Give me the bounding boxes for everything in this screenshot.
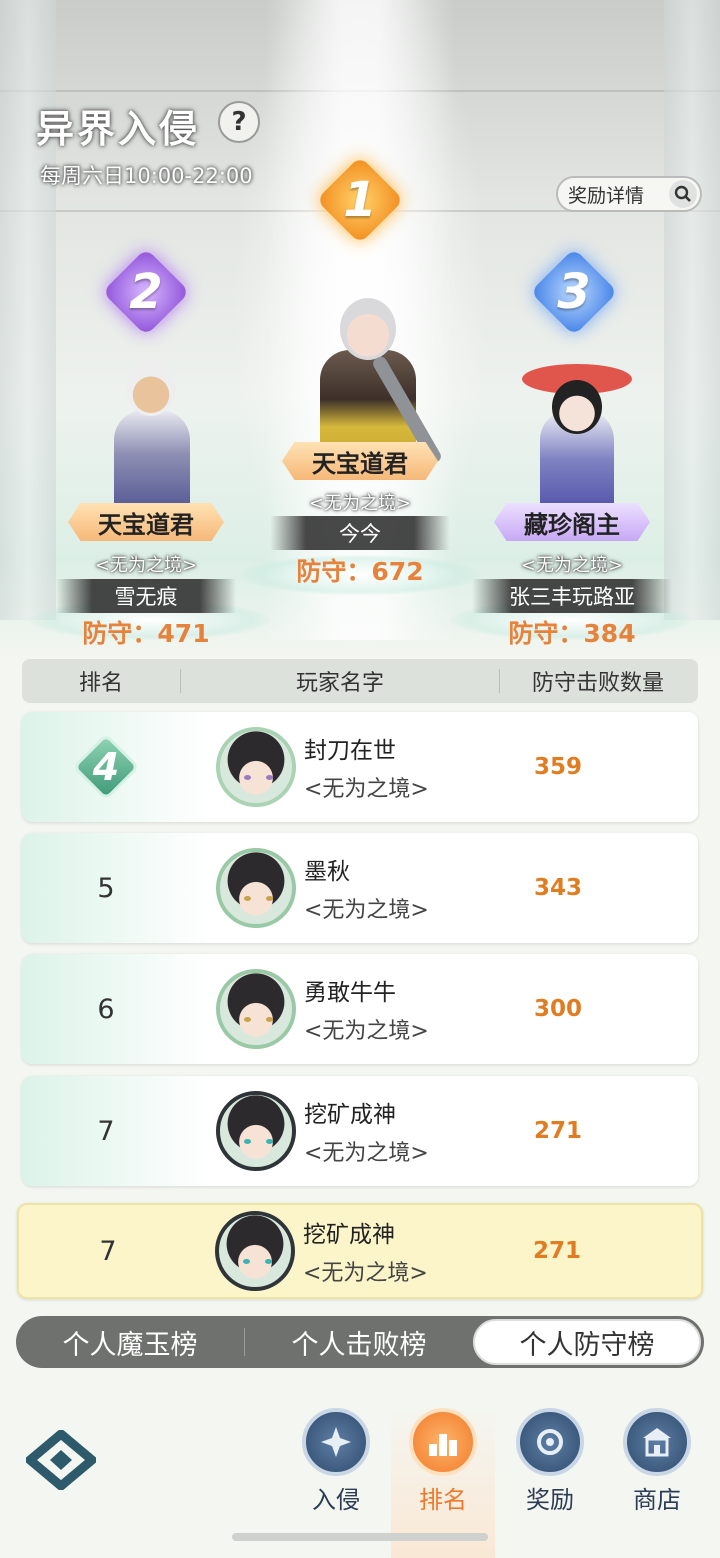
nav-invasion[interactable]: 入侵	[288, 1408, 384, 1515]
column-header-player-name: 玩家名字	[295, 671, 384, 696]
rank-2-player-name: 雪无痕	[56, 579, 236, 613]
rank-3-medal: 3	[530, 248, 618, 336]
rank-number: 7	[99, 1235, 117, 1267]
podium-scene: 异界入侵 ? 每周六日10:00-22:00 奖励详情 1 2 3 天宝道君 <…	[0, 0, 720, 660]
menu-logo-icon[interactable]	[22, 1428, 100, 1492]
rank-2-title-plate: 天宝道君	[68, 503, 224, 541]
player-guild: <无为之境>	[304, 777, 429, 802]
defense-kills: 271	[533, 1238, 582, 1264]
rank-2-defense: 防守：471	[82, 619, 210, 648]
reward-details-button[interactable]: 奖励详情	[556, 176, 702, 212]
tab-demon-jade-ranking[interactable]: 个人魔玉榜	[16, 1319, 244, 1365]
rank-1-medal: 1	[316, 156, 404, 244]
nav-reward-label: 奖励	[526, 1486, 574, 1514]
rank-3-player-name: 张三丰玩路亚	[472, 579, 672, 613]
rank-3-guild: <无为之境>	[520, 555, 624, 576]
ranking-icon	[409, 1408, 477, 1476]
rank-2-guild: <无为之境>	[94, 555, 198, 576]
player-guild: <无为之境>	[303, 1261, 428, 1286]
shop-icon	[623, 1408, 691, 1476]
ranking-table-header: 排名 玩家名字 防守击败数量	[22, 659, 698, 703]
page-title: 异界入侵	[36, 107, 201, 151]
avatar[interactable]	[216, 1091, 296, 1171]
rank-2-medal: 2	[102, 248, 190, 336]
nav-shop-label: 商店	[633, 1486, 681, 1514]
pillar	[664, 0, 720, 620]
rank-1-character[interactable]	[300, 290, 444, 466]
nav-ranking-label: 排名	[419, 1486, 467, 1514]
defense-kills: 300	[534, 996, 583, 1022]
invasion-icon	[302, 1408, 370, 1476]
pillar	[0, 0, 56, 620]
search-icon	[669, 180, 697, 208]
table-row[interactable]: 6 勇敢牛牛 <无为之境> 300	[22, 954, 698, 1064]
table-row[interactable]: 7 挖矿成神 <无为之境> 271	[22, 1076, 698, 1186]
player-name: 墨秋	[304, 859, 350, 885]
nav-invasion-label: 入侵	[312, 1486, 360, 1514]
avatar[interactable]	[216, 848, 296, 928]
nav-ranking[interactable]: 排名	[395, 1408, 491, 1515]
player-guild: <无为之境>	[304, 1141, 429, 1166]
rank-1-defense: 防守：672	[296, 557, 424, 586]
tab-defense-ranking[interactable]: 个人防守榜	[473, 1319, 702, 1365]
reward-details-label: 奖励详情	[568, 184, 645, 207]
help-button[interactable]: ?	[218, 101, 260, 143]
player-name: 勇敢牛牛	[304, 980, 396, 1006]
avatar[interactable]	[215, 1211, 295, 1291]
rank-3-defense: 防守：384	[508, 619, 636, 648]
table-row[interactable]: 4 封刀在世 <无为之境> 359	[22, 712, 698, 822]
rank-2-character[interactable]	[96, 350, 206, 520]
event-schedule: 每周六日10:00-22:00	[40, 164, 253, 188]
player-guild: <无为之境>	[304, 898, 429, 923]
player-guild: <无为之境>	[304, 1019, 429, 1044]
table-row[interactable]: 5 墨秋 <无为之境> 343	[22, 833, 698, 943]
rank-1-title-plate: 天宝道君	[282, 442, 438, 480]
rank-3-character[interactable]	[514, 330, 638, 520]
avatar[interactable]	[216, 727, 296, 807]
rank-number: 6	[97, 993, 115, 1025]
leaderboard-tabs: 个人魔玉榜 个人击败榜 个人防守榜	[16, 1316, 704, 1368]
defense-kills: 343	[534, 875, 583, 901]
rank-number: 7	[97, 1115, 115, 1147]
rank-3-title-plate: 藏珍阁主	[494, 503, 650, 541]
defense-kills: 359	[534, 754, 583, 780]
defense-kills: 271	[534, 1118, 583, 1144]
rank-1-player-name: 今今	[270, 516, 450, 550]
nav-shop[interactable]: 商店	[609, 1408, 705, 1515]
rank-4-badge: 4	[22, 727, 190, 807]
player-name: 封刀在世	[304, 738, 396, 764]
column-header-defense-kills: 防守击败数量	[531, 671, 664, 696]
home-indicator[interactable]	[232, 1533, 488, 1541]
nav-reward[interactable]: 奖励	[502, 1408, 598, 1515]
player-name: 挖矿成神	[303, 1222, 395, 1248]
player-name: 挖矿成神	[304, 1102, 396, 1128]
rank-1-guild: <无为之境>	[308, 493, 412, 514]
column-header-rank: 排名	[78, 671, 123, 696]
avatar[interactable]	[216, 969, 296, 1049]
my-rank-row[interactable]: 7 挖矿成神 <无为之境> 271	[17, 1203, 703, 1299]
rank-number: 5	[97, 872, 115, 904]
question-icon: ?	[231, 107, 247, 137]
reward-icon	[516, 1408, 584, 1476]
tab-defeat-ranking[interactable]: 个人击败榜	[245, 1319, 473, 1365]
